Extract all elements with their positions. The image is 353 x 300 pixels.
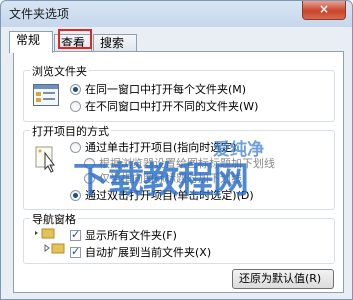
option-different-window[interactable]: 在不同窗口中打开不同的文件夹(W) <box>70 98 258 114</box>
option-underline-browser[interactable]: 根据浏览器设置给图标标题加下划线 <box>84 155 275 171</box>
restore-defaults-button[interactable]: 还原为默认值(R) <box>232 269 334 289</box>
folder-tree-icon <box>34 228 66 261</box>
option-double-click[interactable]: 通过双击打开项目(单击时选定)(D) <box>70 187 254 203</box>
open-items-group: 打开项目的方式 通过单击打开项目(指向时选定) 根据浏览器设置给图标标题加下划线… <box>23 123 335 210</box>
label-different-window: 在不同窗口中打开不同的文件夹(W) <box>85 100 259 113</box>
label-show-all-folders: 显示所有文件夹(F) <box>85 229 177 242</box>
view-tab-highlight-box <box>58 29 92 49</box>
title-bar[interactable]: 文件夹选项 × <box>1 1 352 23</box>
radio-underline-hover[interactable] <box>84 172 95 184</box>
window-icon <box>33 84 59 109</box>
browse-folders-title: 浏览文件夹 <box>30 63 89 79</box>
label-single-click: 通过单击打开项目(指向时选定) <box>85 141 237 154</box>
radio-different-window[interactable] <box>70 100 81 112</box>
tab-search[interactable]: 搜索 <box>93 34 137 51</box>
option-auto-expand[interactable]: 自动扩展到当前文件夹(X) <box>70 244 211 260</box>
radio-underline-browser[interactable] <box>84 157 95 169</box>
general-tab-panel: 浏览文件夹 在同一窗口中打开每个文件夹(M) 在不同窗口中打开不同的文件夹(W) <box>13 51 344 293</box>
option-single-click[interactable]: 通过单击打开项目(指向时选定) <box>70 139 237 155</box>
option-underline-hover[interactable]: 仅当指向图标标题时加下划线 <box>84 170 242 186</box>
close-button[interactable]: × <box>302 1 346 20</box>
label-same-window: 在同一窗口中打开每个文件夹(M) <box>85 83 247 96</box>
checkbox-auto-expand[interactable] <box>70 245 81 258</box>
radio-double-click[interactable] <box>70 189 81 201</box>
label-auto-expand: 自动扩展到当前文件夹(X) <box>85 246 212 259</box>
navigation-pane-title: 导航窗格 <box>30 211 78 227</box>
pointer-icon <box>34 145 58 176</box>
label-double-click: 通过双击打开项目(单击时选定)(D) <box>85 189 254 202</box>
open-items-title: 打开项目的方式 <box>30 123 111 139</box>
option-show-all-folders[interactable]: 显示所有文件夹(F) <box>70 227 177 243</box>
browse-folders-group: 浏览文件夹 在同一窗口中打开每个文件夹(M) 在不同窗口中打开不同的文件夹(W) <box>23 63 335 122</box>
window-title: 文件夹选项 <box>9 7 70 21</box>
radio-same-window[interactable] <box>70 83 81 95</box>
checkbox-show-all-folders[interactable] <box>70 228 81 241</box>
label-underline-hover: 仅当指向图标标题时加下划线 <box>99 172 242 185</box>
navigation-pane-group: 导航窗格 显示所有文件夹(F) 自动扩展到当前文件夹(X) <box>23 211 335 264</box>
tab-general[interactable]: 常规 <box>9 31 53 53</box>
option-same-window[interactable]: 在同一窗口中打开每个文件夹(M) <box>70 81 246 97</box>
radio-single-click[interactable] <box>70 141 81 153</box>
label-underline-browser: 根据浏览器设置给图标标题加下划线 <box>99 157 275 170</box>
folder-options-window: 文件夹选项 × 常规 查看 搜索 浏览文件夹 在同一窗口中打开每个文件夹(M) … <box>0 0 353 300</box>
